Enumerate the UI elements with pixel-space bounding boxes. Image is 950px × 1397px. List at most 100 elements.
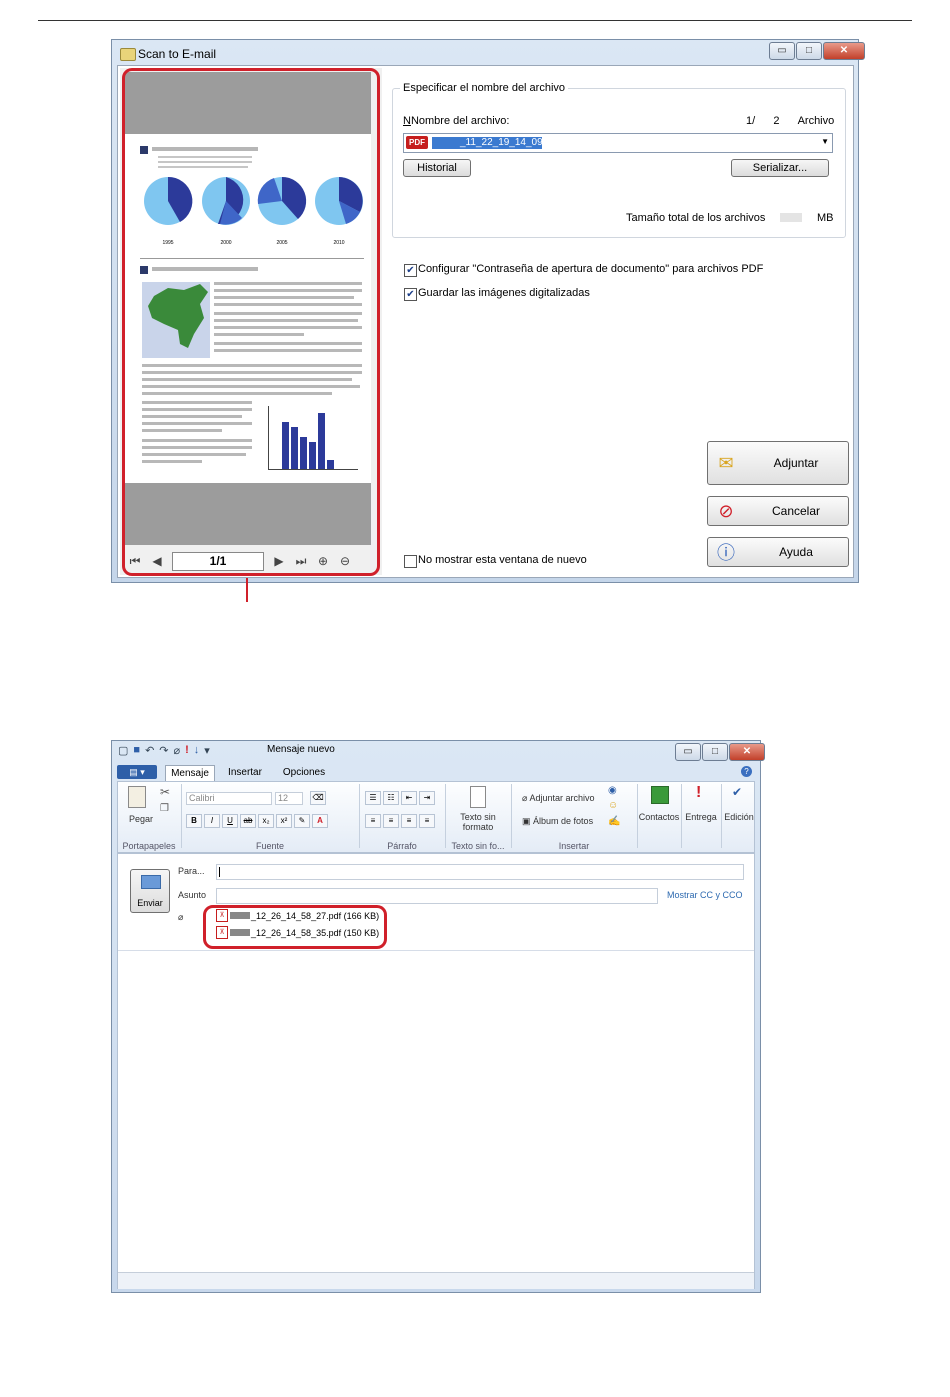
strikethrough-icon[interactable]: ab	[240, 814, 256, 828]
file-count: 1/ 2 Archivo	[746, 115, 835, 127]
importance-low-icon[interactable]: ↓	[194, 744, 200, 757]
italic-icon[interactable]: I	[204, 814, 220, 828]
format-painter-icon[interactable]: ⌫	[310, 791, 326, 805]
underline-icon[interactable]: U	[222, 814, 238, 828]
ribbon-tab-bar: ▤ ▾ Mensaje Insertar Opciones ?	[117, 765, 755, 782]
history-button[interactable]: Historial	[403, 159, 471, 177]
clipboard-group-label: Portapapeles	[122, 841, 176, 851]
close-button[interactable]: ✕	[729, 743, 765, 761]
cancel-button[interactable]: ⊘ Cancelar	[707, 496, 849, 526]
help-icon[interactable]: ?	[741, 766, 752, 777]
file-menu-button[interactable]: ▤ ▾	[117, 765, 157, 779]
align-center-icon[interactable]: ≡	[383, 814, 399, 828]
importance-high-icon[interactable]: !	[185, 744, 189, 757]
scanner-app-icon	[120, 48, 136, 61]
text-cursor	[219, 867, 220, 877]
attach-button[interactable]: ✉ Adjuntar	[707, 441, 849, 485]
quick-access-toolbar: ▢ ■ ↶ ↷ ⌀ ! ↓ ▾	[118, 744, 210, 757]
plaintext-group-label: Texto sin fo...	[451, 841, 505, 851]
paragraph-group-label: Párrafo	[387, 841, 417, 851]
attachments-highlight-frame	[203, 905, 387, 949]
subject-field[interactable]	[216, 888, 658, 904]
password-checkbox[interactable]: ✔	[404, 264, 417, 277]
envelope-icon: ✉	[718, 452, 734, 473]
font-name-select[interactable]: Calibri	[186, 792, 272, 805]
tab-insertar[interactable]: Insertar	[221, 765, 269, 781]
customize-icon[interactable]: ▾	[204, 744, 210, 757]
decrease-indent-icon[interactable]: ⇤	[401, 791, 417, 805]
superscript-icon[interactable]: x²	[276, 814, 292, 828]
minimize-button[interactable]: ▭	[675, 743, 701, 761]
attach-file-button[interactable]: ⌀ Adjuntar archivo	[522, 793, 594, 804]
new-icon[interactable]: ▢	[118, 744, 128, 757]
bold-icon[interactable]: B	[186, 814, 202, 828]
filename-combobox[interactable]: PDF _11_22_19_14_09 ▼	[403, 133, 833, 153]
spelling-icon: ✔	[732, 785, 743, 799]
minimize-button[interactable]: ▭	[769, 42, 795, 60]
window-title: Scan to E-mail	[138, 47, 217, 61]
undo-icon[interactable]: ↶	[145, 744, 154, 757]
increase-indent-icon[interactable]: ⇥	[419, 791, 435, 805]
close-button[interactable]: ✕	[823, 42, 865, 60]
pdf-format-icon: PDF	[406, 136, 428, 149]
emoticon-icon[interactable]: ☺	[608, 800, 618, 811]
font-format-buttons: B I U ab x₂ x² ✎ A	[186, 814, 328, 828]
font-group-label: Fuente	[255, 841, 285, 851]
dialog-client-area: 1995 2000 2005 2010 ⏮ ◀ 1/1 ▶ ⏭ ⊕ ⊖ Espe…	[117, 65, 854, 578]
tab-mensaje[interactable]: Mensaje	[165, 765, 215, 782]
dont-show-label: No mostrar esta ventana de nuevo	[418, 554, 587, 566]
justify-icon[interactable]: ≡	[419, 814, 435, 828]
total-size-value-redacted	[780, 213, 802, 222]
highlight-icon[interactable]: ✎	[294, 814, 310, 828]
contacts-icon	[651, 786, 669, 804]
chevron-down-icon[interactable]: ▼	[821, 137, 829, 146]
maximize-button[interactable]: □	[702, 743, 728, 761]
preview-highlight-frame	[122, 68, 380, 576]
business-card-icon[interactable]: ◉	[608, 785, 617, 796]
paste-button[interactable]: Pegar	[129, 814, 153, 824]
paperclip-icon: ⌀	[178, 912, 184, 922]
bullets-icon[interactable]: ☰	[365, 791, 381, 805]
dont-show-checkbox[interactable]	[404, 555, 417, 568]
redo-icon[interactable]: ↷	[159, 744, 168, 757]
photo-album-button[interactable]: ▣ Álbum de fotos	[522, 816, 593, 827]
no-entry-icon: ⊘	[718, 500, 734, 521]
contacts-button[interactable]: Contactos	[638, 812, 680, 822]
serialize-button[interactable]: Serializar...	[731, 159, 829, 177]
scan-to-email-window: Scan to E-mail ▭ □ ✕ 1995 2000 2005 2010…	[111, 39, 865, 583]
align-left-icon[interactable]: ≡	[365, 814, 381, 828]
align-buttons: ≡ ≡ ≡ ≡	[365, 814, 435, 828]
tab-opciones[interactable]: Opciones	[279, 765, 329, 781]
save-icon[interactable]: ■	[133, 744, 140, 757]
plain-text-icon	[470, 786, 486, 808]
cut-icon[interactable]: ✂	[160, 785, 170, 799]
font-color-icon[interactable]: A	[312, 814, 328, 828]
numbering-icon[interactable]: ☷	[383, 791, 399, 805]
signature-icon[interactable]: ✍	[608, 816, 620, 827]
paperclip-icon: ⌀	[522, 793, 528, 803]
align-right-icon[interactable]: ≡	[401, 814, 417, 828]
editing-button[interactable]: Edición	[722, 812, 756, 822]
send-icon	[141, 875, 161, 889]
filename-label: NNombre del archivo:	[403, 115, 510, 127]
group-divider	[511, 784, 512, 848]
to-field[interactable]	[216, 864, 744, 880]
plain-text-button[interactable]: Texto sin formato	[446, 812, 510, 832]
maximize-button[interactable]: □	[796, 42, 822, 60]
show-cc-link[interactable]: Mostrar CC y CCO	[667, 890, 743, 900]
exclamation-icon: !	[696, 784, 702, 801]
font-size-select[interactable]: 12	[275, 792, 303, 805]
save-images-checkbox[interactable]: ✔	[404, 288, 417, 301]
delivery-button[interactable]: Entrega	[682, 812, 720, 822]
subscript-icon[interactable]: x₂	[258, 814, 274, 828]
to-button[interactable]: Para...	[178, 866, 205, 876]
copy-icon[interactable]: ❐	[160, 803, 169, 814]
filename-group-legend: Especificar el nombre del archivo	[400, 82, 569, 94]
group-divider	[359, 784, 360, 848]
message-compose-area: Enviar Para... Asunto Mostrar CC y CCO ⌀…	[117, 853, 755, 1289]
total-size-label: Tamaño total de los archivos	[626, 212, 766, 224]
paperclip-icon[interactable]: ⌀	[174, 744, 181, 757]
help-button[interactable]: ⓘ Ayuda	[707, 537, 849, 567]
clipboard-icon	[128, 786, 146, 808]
photo-icon: ▣	[522, 816, 531, 826]
